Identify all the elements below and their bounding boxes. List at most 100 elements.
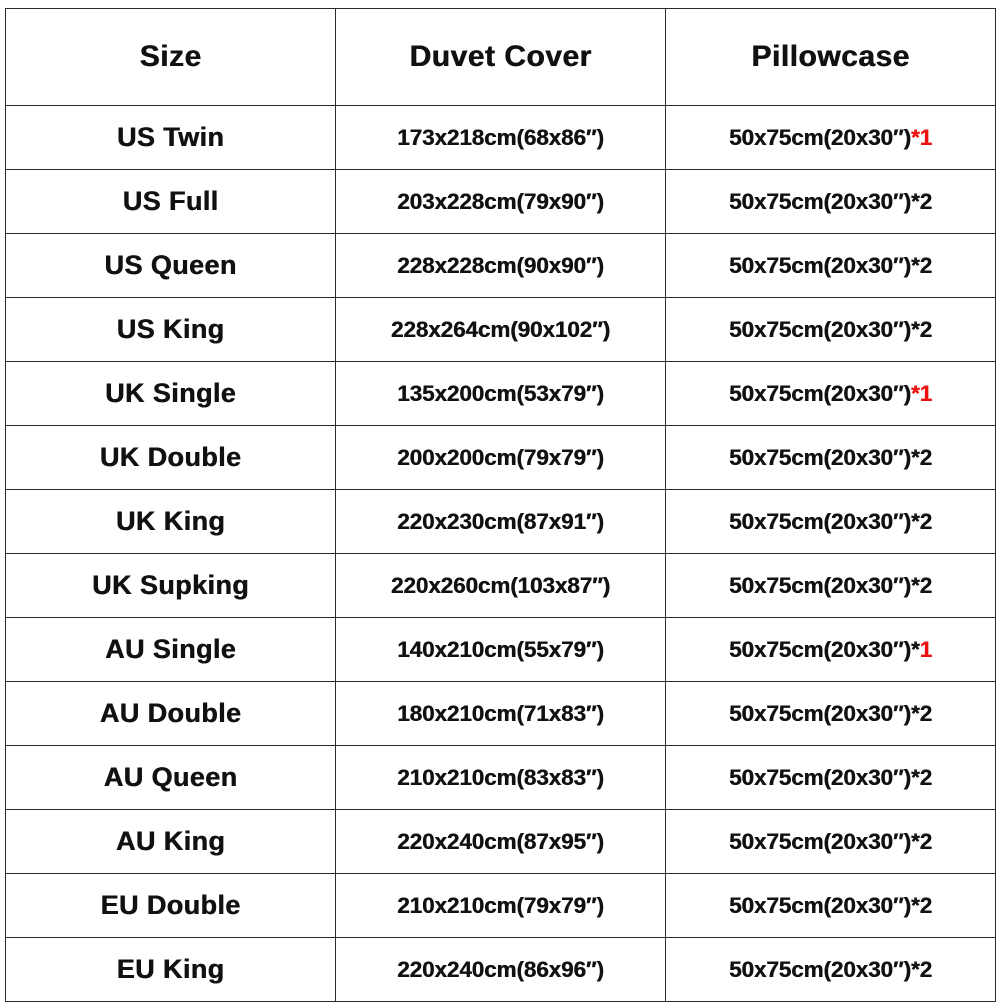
pillowcase-quantity: 2	[919, 892, 933, 918]
pillowcase-dimension: 50x75cm(20x30″)	[729, 764, 911, 790]
cell-duvet-cover: 228x228cm(90x90″)	[335, 233, 666, 298]
cell-duvet-cover: 228x264cm(90x102″)	[335, 297, 666, 362]
table-body: US Twin 173x218cm(68x86″) 50x75cm(20x30″)*…	[5, 105, 996, 1002]
table-row: US Twin 173x218cm(68x86″) 50x75cm(20x30″)*…	[5, 105, 996, 170]
cell-pillowcase: 50x75cm(20x30″)*2	[665, 169, 996, 234]
cell-size: US Full	[5, 169, 336, 234]
header-row: Size Duvet Cover Pillowcase	[5, 8, 996, 106]
table-header: Size Duvet Cover Pillowcase	[5, 8, 996, 106]
cell-duvet-cover: 220x230cm(87x91″)	[335, 489, 666, 554]
pillowcase-dimension: 50x75cm(20x30″)	[729, 892, 911, 918]
pillowcase-multiplier-symbol: *	[910, 188, 920, 214]
cell-duvet-cover: 210x210cm(79x79″)	[335, 873, 666, 938]
table-row: EU Double 210x210cm(79x79″) 50x75cm(20x30″…	[5, 873, 996, 938]
cell-pillowcase: 50x75cm(20x30″)*2	[665, 489, 996, 554]
pillowcase-multiplier-symbol: *	[910, 380, 920, 406]
cell-duvet-cover: 220x240cm(86x96″)	[335, 937, 666, 1002]
pillowcase-dimension: 50x75cm(20x30″)	[729, 828, 911, 854]
table-row: US Full 203x228cm(79x90″) 50x75cm(20x30″)*…	[5, 169, 996, 234]
pillowcase-multiplier-symbol: *	[910, 316, 920, 342]
cell-size: UK Double	[5, 425, 336, 490]
cell-size: AU King	[5, 809, 336, 874]
pillowcase-dimension: 50x75cm(20x30″)	[729, 316, 911, 342]
pillowcase-multiplier-symbol: *	[910, 508, 920, 534]
cell-pillowcase: 50x75cm(20x30″)*1	[665, 617, 996, 682]
cell-duvet-cover: 203x228cm(79x90″)	[335, 169, 666, 234]
pillowcase-dimension: 50x75cm(20x30″)	[729, 252, 911, 278]
pillowcase-quantity: 1	[919, 380, 933, 406]
table-row: AU Queen 210x210cm(83x83″) 50x75cm(20x30″)…	[5, 745, 996, 810]
cell-size: AU Double	[5, 681, 336, 746]
cell-size: AU Queen	[5, 745, 336, 810]
pillowcase-quantity: 2	[919, 252, 933, 278]
cell-size: EU King	[5, 937, 336, 1002]
pillowcase-quantity: 2	[919, 828, 933, 854]
table-row: US King 228x264cm(90x102″) 50x75cm(20x30″)…	[5, 297, 996, 362]
cell-size: AU Single	[5, 617, 336, 682]
cell-pillowcase: 50x75cm(20x30″)*2	[665, 233, 996, 298]
pillowcase-quantity: 2	[919, 508, 933, 534]
table-row: EU King 220x240cm(86x96″) 50x75cm(20x30″)*…	[5, 937, 996, 1002]
table-row: UK Double 200x200cm(79x79″) 50x75cm(20x30″…	[5, 425, 996, 490]
cell-pillowcase: 50x75cm(20x30″)*2	[665, 873, 996, 938]
table-row: UK Single 135x200cm(53x79″) 50x75cm(20x30″…	[5, 361, 996, 426]
cell-duvet-cover: 140x210cm(55x79″)	[335, 617, 666, 682]
cell-pillowcase: 50x75cm(20x30″)*2	[665, 553, 996, 618]
pillowcase-multiplier-symbol: *	[910, 124, 920, 150]
bedding-size-table: Size Duvet Cover Pillowcase US Twin 173x2…	[5, 8, 996, 1002]
cell-size: US King	[5, 297, 336, 362]
pillowcase-dimension: 50x75cm(20x30″)	[729, 572, 911, 598]
cell-pillowcase: 50x75cm(20x30″)*1	[665, 361, 996, 426]
cell-pillowcase: 50x75cm(20x30″)*2	[665, 297, 996, 362]
cell-duvet-cover: 180x210cm(71x83″)	[335, 681, 666, 746]
cell-size: EU Double	[5, 873, 336, 938]
pillowcase-dimension: 50x75cm(20x30″)	[729, 508, 911, 534]
column-header-pillowcase: Pillowcase	[665, 8, 996, 106]
pillowcase-dimension: 50x75cm(20x30″)	[729, 636, 911, 662]
cell-duvet-cover: 220x260cm(103x87″)	[335, 553, 666, 618]
table-row: UK King 220x230cm(87x91″) 50x75cm(20x30″)*…	[5, 489, 996, 554]
pillowcase-quantity: 1	[919, 636, 933, 662]
pillowcase-quantity: 1	[919, 124, 933, 150]
pillowcase-multiplier-symbol: *	[910, 252, 920, 278]
cell-pillowcase: 50x75cm(20x30″)*1	[665, 105, 996, 170]
size-chart-sheet: Size Duvet Cover Pillowcase US Twin 173x2…	[0, 0, 1000, 1002]
pillowcase-multiplier-symbol: *	[910, 892, 920, 918]
pillowcase-dimension: 50x75cm(20x30″)	[729, 188, 911, 214]
cell-pillowcase: 50x75cm(20x30″)*2	[665, 937, 996, 1002]
pillowcase-quantity: 2	[919, 764, 933, 790]
pillowcase-multiplier-symbol: *	[910, 700, 920, 726]
pillowcase-dimension: 50x75cm(20x30″)	[729, 444, 911, 470]
cell-duvet-cover: 173x218cm(68x86″)	[335, 105, 666, 170]
pillowcase-multiplier-symbol: *	[910, 444, 920, 470]
pillowcase-quantity: 2	[919, 956, 933, 982]
cell-size: UK King	[5, 489, 336, 554]
pillowcase-quantity: 2	[919, 572, 933, 598]
cell-size: UK Single	[5, 361, 336, 426]
table-row: US Queen 228x228cm(90x90″) 50x75cm(20x30″)…	[5, 233, 996, 298]
table-row: UK Supking 220x260cm(103x87″) 50x75cm(20x3…	[5, 553, 996, 618]
cell-duvet-cover: 210x210cm(83x83″)	[335, 745, 666, 810]
cell-pillowcase: 50x75cm(20x30″)*2	[665, 809, 996, 874]
pillowcase-quantity: 2	[919, 700, 933, 726]
pillowcase-quantity: 2	[919, 444, 933, 470]
cell-duvet-cover: 135x200cm(53x79″)	[335, 361, 666, 426]
pillowcase-quantity: 2	[919, 188, 933, 214]
cell-pillowcase: 50x75cm(20x30″)*2	[665, 681, 996, 746]
pillowcase-dimension: 50x75cm(20x30″)	[729, 380, 911, 406]
pillowcase-multiplier-symbol: *	[910, 956, 920, 982]
pillowcase-dimension: 50x75cm(20x30″)	[729, 124, 911, 150]
table-row: AU King 220x240cm(87x95″) 50x75cm(20x30″)*…	[5, 809, 996, 874]
pillowcase-quantity: 2	[919, 316, 933, 342]
cell-size: UK Supking	[5, 553, 336, 618]
pillowcase-dimension: 50x75cm(20x30″)	[729, 700, 911, 726]
cell-pillowcase: 50x75cm(20x30″)*2	[665, 425, 996, 490]
pillowcase-multiplier-symbol: *	[910, 572, 920, 598]
cell-pillowcase: 50x75cm(20x30″)*2	[665, 745, 996, 810]
cell-duvet-cover: 220x240cm(87x95″)	[335, 809, 666, 874]
cell-size: US Twin	[5, 105, 336, 170]
column-header-duvet-cover: Duvet Cover	[335, 8, 666, 106]
cell-duvet-cover: 200x200cm(79x79″)	[335, 425, 666, 490]
cell-size: US Queen	[5, 233, 336, 298]
table-row: AU Single 140x210cm(55x79″) 50x75cm(20x30″…	[5, 617, 996, 682]
